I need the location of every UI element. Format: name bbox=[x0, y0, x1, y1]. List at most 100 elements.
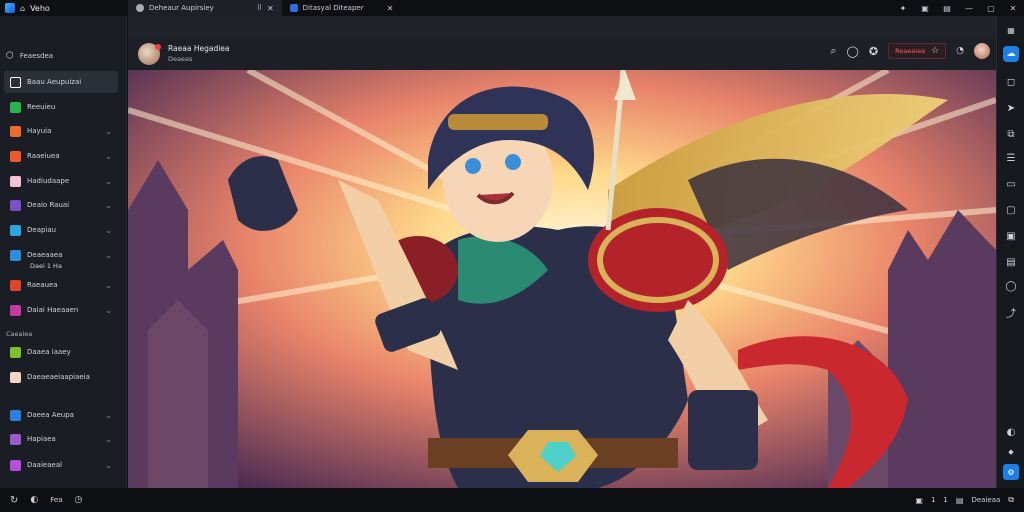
chevron-down-icon[interactable]: ⌄ bbox=[105, 127, 112, 136]
image-viewer[interactable] bbox=[128, 70, 996, 488]
help-icon[interactable]: ◐ bbox=[1003, 424, 1019, 440]
layers-icon[interactable]: ▤ bbox=[956, 496, 964, 505]
window-icon[interactable]: ▣ bbox=[1003, 228, 1019, 244]
chevron-down-icon[interactable]: ⌄ bbox=[105, 226, 112, 235]
sidebar-item[interactable]: Raaeiuea ⌄ bbox=[4, 145, 118, 167]
left-eye bbox=[465, 158, 481, 174]
chat-icon[interactable]: ◻ bbox=[1003, 74, 1019, 90]
sidebar-item-label: Hayuia bbox=[27, 127, 52, 135]
back-icon[interactable]: ⌂ bbox=[20, 4, 25, 13]
clock-icon[interactable]: ◔ bbox=[956, 46, 964, 56]
app-icon bbox=[10, 224, 21, 236]
moon-icon[interactable]: ◐ bbox=[30, 495, 38, 505]
conversation-avatar[interactable] bbox=[138, 43, 161, 65]
profile-avatar[interactable] bbox=[974, 43, 990, 59]
app-icon bbox=[10, 76, 21, 88]
sidebar-item[interactable]: Hayuia ⌄ bbox=[4, 120, 118, 142]
sidebar-item-label: Reeuieu bbox=[27, 103, 56, 111]
pin-icon[interactable]: ✦ bbox=[892, 0, 914, 16]
main-toolbar bbox=[128, 16, 996, 38]
sidebar-item[interactable]: Hapiaea ⌄ bbox=[4, 428, 118, 450]
chevron-down-icon[interactable]: ⌄ bbox=[105, 411, 112, 420]
comment-icon[interactable]: ◯ bbox=[1003, 278, 1019, 294]
messenger-icon[interactable]: ☁ bbox=[1003, 46, 1019, 62]
header-tools: ⌕ ◯ ✪ Reaeaiea ☆ ◔ bbox=[830, 43, 990, 59]
conversation-title: Raeaa Hegadiea bbox=[168, 44, 230, 53]
send-icon[interactable]: ➤ bbox=[1003, 100, 1019, 116]
chevron-down-icon[interactable]: ⌄ bbox=[105, 435, 112, 444]
minimize-button[interactable]: — bbox=[958, 0, 980, 16]
chevron-down-icon[interactable]: ⌄ bbox=[105, 281, 112, 290]
sidebar-item-label: Raeauea bbox=[27, 281, 58, 289]
sidebar-item[interactable]: Daeea Aeupa ⌄ bbox=[4, 404, 118, 426]
chevron-down-icon[interactable]: ⌄ bbox=[105, 251, 112, 260]
sidebar-item[interactable]: Deaio Rauai ⌄ bbox=[4, 194, 118, 216]
tab-primary[interactable]: Deheaur Aupirsiey ⠿ ✕ bbox=[128, 0, 282, 16]
app-logo-icon bbox=[5, 3, 15, 13]
anime-illustration bbox=[128, 70, 996, 488]
sidebar-item-label: Daeaeaeiaapiaeia bbox=[27, 373, 90, 381]
sidebar-item-label: Raaeiuea bbox=[27, 152, 60, 160]
note-icon[interactable]: ▢ bbox=[1003, 202, 1019, 218]
copy-icon[interactable]: ⧉ bbox=[1008, 495, 1014, 505]
sidebar-item-label: Daeea Aeupa bbox=[27, 411, 74, 419]
sidebar-sub-label: Daei 1 Ha bbox=[30, 262, 62, 270]
app-icon bbox=[10, 125, 21, 137]
action-button[interactable]: Reaeaiea ☆ bbox=[888, 43, 947, 59]
share-icon[interactable]: ⤴ bbox=[1003, 304, 1019, 320]
chat-bubble-icon[interactable]: ◯ bbox=[847, 45, 859, 58]
app-window: ⌂ Veho Deheaur Aupirsiey ⠿ ✕ Ditasyal Di… bbox=[0, 0, 1024, 512]
app-icon bbox=[10, 409, 21, 421]
star-icon: ☆ bbox=[931, 46, 940, 56]
sidebar-item[interactable]: Baau Aeupuizai bbox=[4, 71, 118, 93]
headband bbox=[448, 114, 548, 130]
close-button[interactable]: ✕ bbox=[1002, 0, 1024, 16]
grid-icon[interactable]: ▦ bbox=[1003, 22, 1019, 38]
app-icon bbox=[10, 150, 21, 162]
notification-dot-icon bbox=[155, 44, 161, 50]
sidebar-item[interactable]: Reeuieu bbox=[4, 96, 118, 118]
search-icon[interactable]: ⌕ bbox=[830, 44, 836, 58]
settings-icon[interactable]: ⚙ bbox=[1003, 464, 1019, 480]
copy-icon[interactable]: ⧉ bbox=[1003, 126, 1019, 142]
app-icon bbox=[10, 304, 21, 316]
sidebar-header[interactable]: ⬡ Feaesdea bbox=[0, 45, 126, 67]
app-icon bbox=[10, 249, 21, 261]
app-icon bbox=[10, 175, 21, 187]
right-bracer bbox=[688, 390, 758, 470]
chevron-down-icon[interactable]: ⌄ bbox=[105, 201, 112, 210]
right-eye bbox=[505, 154, 521, 170]
sync-icon[interactable]: ↻ bbox=[10, 495, 18, 506]
panel-icon[interactable]: ▭ bbox=[1003, 176, 1019, 192]
tile-icon[interactable]: ▣ bbox=[914, 0, 936, 16]
sidebar-item[interactable]: Deapiau ⌄ bbox=[4, 219, 118, 241]
sidebar: ⬡ Feaesdea Baau Aeupuizai Reeuieu Hayuia ⌄ R… bbox=[0, 16, 127, 488]
diamond-icon[interactable]: ◆ bbox=[1003, 444, 1019, 460]
sidebar-item[interactable]: Daaea iaaey bbox=[4, 341, 118, 363]
sidebar-item[interactable]: Hadiudaape ⌄ bbox=[4, 170, 118, 192]
chevron-down-icon[interactable]: ⌄ bbox=[105, 306, 112, 315]
maximize-button[interactable]: ▢ bbox=[980, 0, 1002, 16]
app-icon bbox=[10, 101, 21, 113]
tab-close-icon[interactable]: ✕ bbox=[387, 4, 394, 13]
sidebar-item-label: Daaieaeal bbox=[27, 461, 63, 469]
tab-close-icon[interactable]: ✕ bbox=[267, 4, 274, 13]
layout-icon[interactable]: ▤ bbox=[936, 0, 958, 16]
sidebar-item[interactable]: Daeaeaeiaapiaeia bbox=[4, 366, 118, 388]
list-icon[interactable]: ☰ bbox=[1003, 150, 1019, 166]
sidebar-item[interactable]: Daaieaeal ⌄ bbox=[4, 454, 118, 476]
sidebar-item[interactable]: Daiai Haeaaen ⌄ bbox=[4, 299, 118, 321]
sidebar-item[interactable]: Raeauea ⌄ bbox=[4, 274, 118, 296]
sidebar-item-label: Deaio Rauai bbox=[27, 201, 70, 209]
sidebar-item-label: Deapiau bbox=[27, 226, 57, 234]
chevron-down-icon[interactable]: ⌄ bbox=[105, 152, 112, 161]
tab-secondary[interactable]: Ditasyal Diteaper ✕ bbox=[282, 0, 402, 16]
sidebar-item-label: Hapiaea bbox=[27, 435, 56, 443]
history-icon[interactable]: ◷ bbox=[75, 495, 83, 505]
chevron-down-icon[interactable]: ⌄ bbox=[105, 177, 112, 186]
app-icon bbox=[10, 346, 21, 358]
chevron-down-icon[interactable]: ⌄ bbox=[105, 461, 112, 470]
image-icon[interactable]: ▤ bbox=[1003, 254, 1019, 270]
badge-icon[interactable]: ✪ bbox=[869, 45, 878, 58]
tab-menu-icon[interactable]: ⠿ bbox=[257, 4, 262, 12]
